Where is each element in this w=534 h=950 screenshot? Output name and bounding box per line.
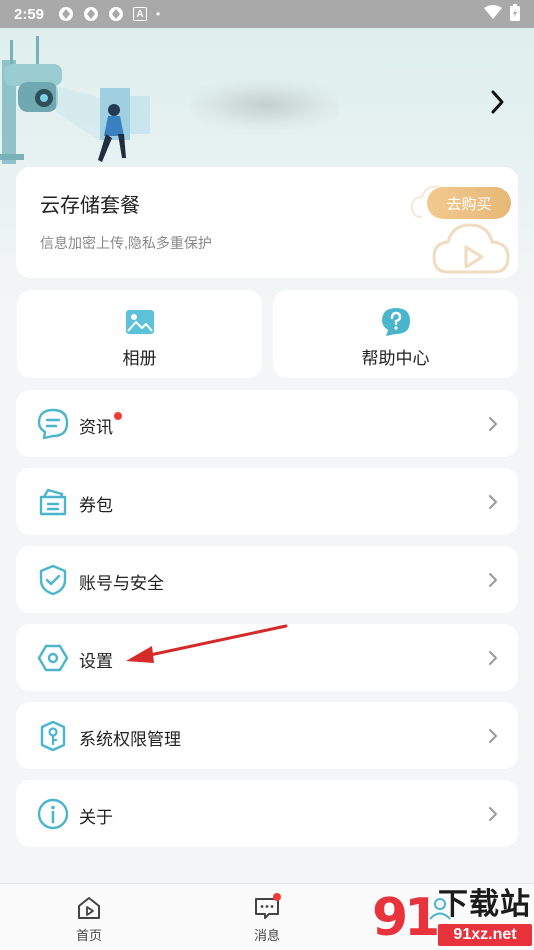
app-notification-icon: [83, 6, 99, 22]
chevron-right-icon: [489, 495, 497, 509]
home-play-icon: [78, 897, 100, 919]
photo-album-icon: [125, 310, 154, 334]
menu-item-label: 券包: [79, 496, 113, 515]
cloud-storage-card[interactable]: 云存储套餐 信息加密上传,隐私多重保护 去购买: [16, 167, 518, 278]
watermark-number: 91: [372, 888, 440, 948]
app-notification-icon: [58, 6, 74, 22]
battery-icon: [510, 3, 520, 25]
blurred-user-name: [190, 80, 340, 130]
hexagon-settings-icon: [37, 644, 69, 672]
menu-item-label: 账号与安全: [79, 574, 164, 593]
cloud-subtitle: 信息加密上传,隐私多重保护: [40, 235, 212, 251]
info-icon: [37, 798, 69, 830]
menu-item-coupons[interactable]: 券包: [16, 468, 518, 535]
album-label: 相册: [122, 349, 157, 368]
letter-a-icon: A: [133, 7, 148, 21]
menu-item-settings[interactable]: 设置: [16, 624, 518, 691]
unread-badge: [114, 412, 122, 420]
camera-illustration-icon: [0, 36, 150, 164]
wifi-icon: [484, 5, 502, 23]
watermark-title: 下载站: [438, 888, 531, 921]
buy-button[interactable]: 去购买: [427, 187, 511, 219]
menu-item-label: 系统权限管理: [79, 730, 181, 749]
chevron-right-icon: [489, 651, 497, 665]
status-dot: •: [156, 7, 161, 21]
wallet-coupon-icon: [39, 488, 67, 516]
help-center-button[interactable]: 帮助中心: [273, 290, 518, 378]
help-center-label: 帮助中心: [361, 349, 430, 368]
nav-tab-messages[interactable]: 消息: [232, 884, 302, 950]
unread-badge: [273, 893, 281, 901]
menu-item-label: 资讯: [79, 418, 113, 437]
cloud-play-icon: [410, 185, 510, 274]
help-question-icon: [381, 308, 410, 336]
menu-item-news[interactable]: 资讯: [16, 390, 518, 457]
menu-item-label: 关于: [79, 808, 113, 827]
menu-item-system-permissions[interactable]: 系统权限管理: [16, 702, 518, 769]
app-notification-icon: [108, 6, 124, 22]
profile-header[interactable]: [0, 28, 534, 168]
chevron-right-icon: [489, 807, 497, 821]
site-watermark: 91 下载站 91xz.net: [368, 886, 534, 950]
cloud-title: 云存储套餐: [40, 195, 140, 217]
chat-bubble-icon: [37, 408, 69, 440]
menu-item-account-security[interactable]: 账号与安全: [16, 546, 518, 613]
menu-item-label: 设置: [79, 652, 113, 671]
status-time: 2:59: [14, 5, 45, 23]
menu-item-about[interactable]: 关于: [16, 780, 518, 847]
nav-messages-label: 消息: [253, 928, 280, 943]
watermark-url: 91xz.net: [438, 924, 532, 946]
status-bar: 2:59 A •: [0, 0, 534, 28]
nav-tab-home[interactable]: 首页: [54, 884, 124, 950]
chevron-right-icon[interactable]: [488, 88, 508, 116]
key-permission-icon: [40, 720, 66, 752]
chevron-right-icon: [489, 729, 497, 743]
album-button[interactable]: 相册: [17, 290, 262, 378]
nav-home-label: 首页: [75, 928, 102, 943]
shield-check-icon: [39, 564, 67, 596]
chevron-right-icon: [489, 573, 497, 587]
chevron-right-icon: [489, 417, 497, 431]
